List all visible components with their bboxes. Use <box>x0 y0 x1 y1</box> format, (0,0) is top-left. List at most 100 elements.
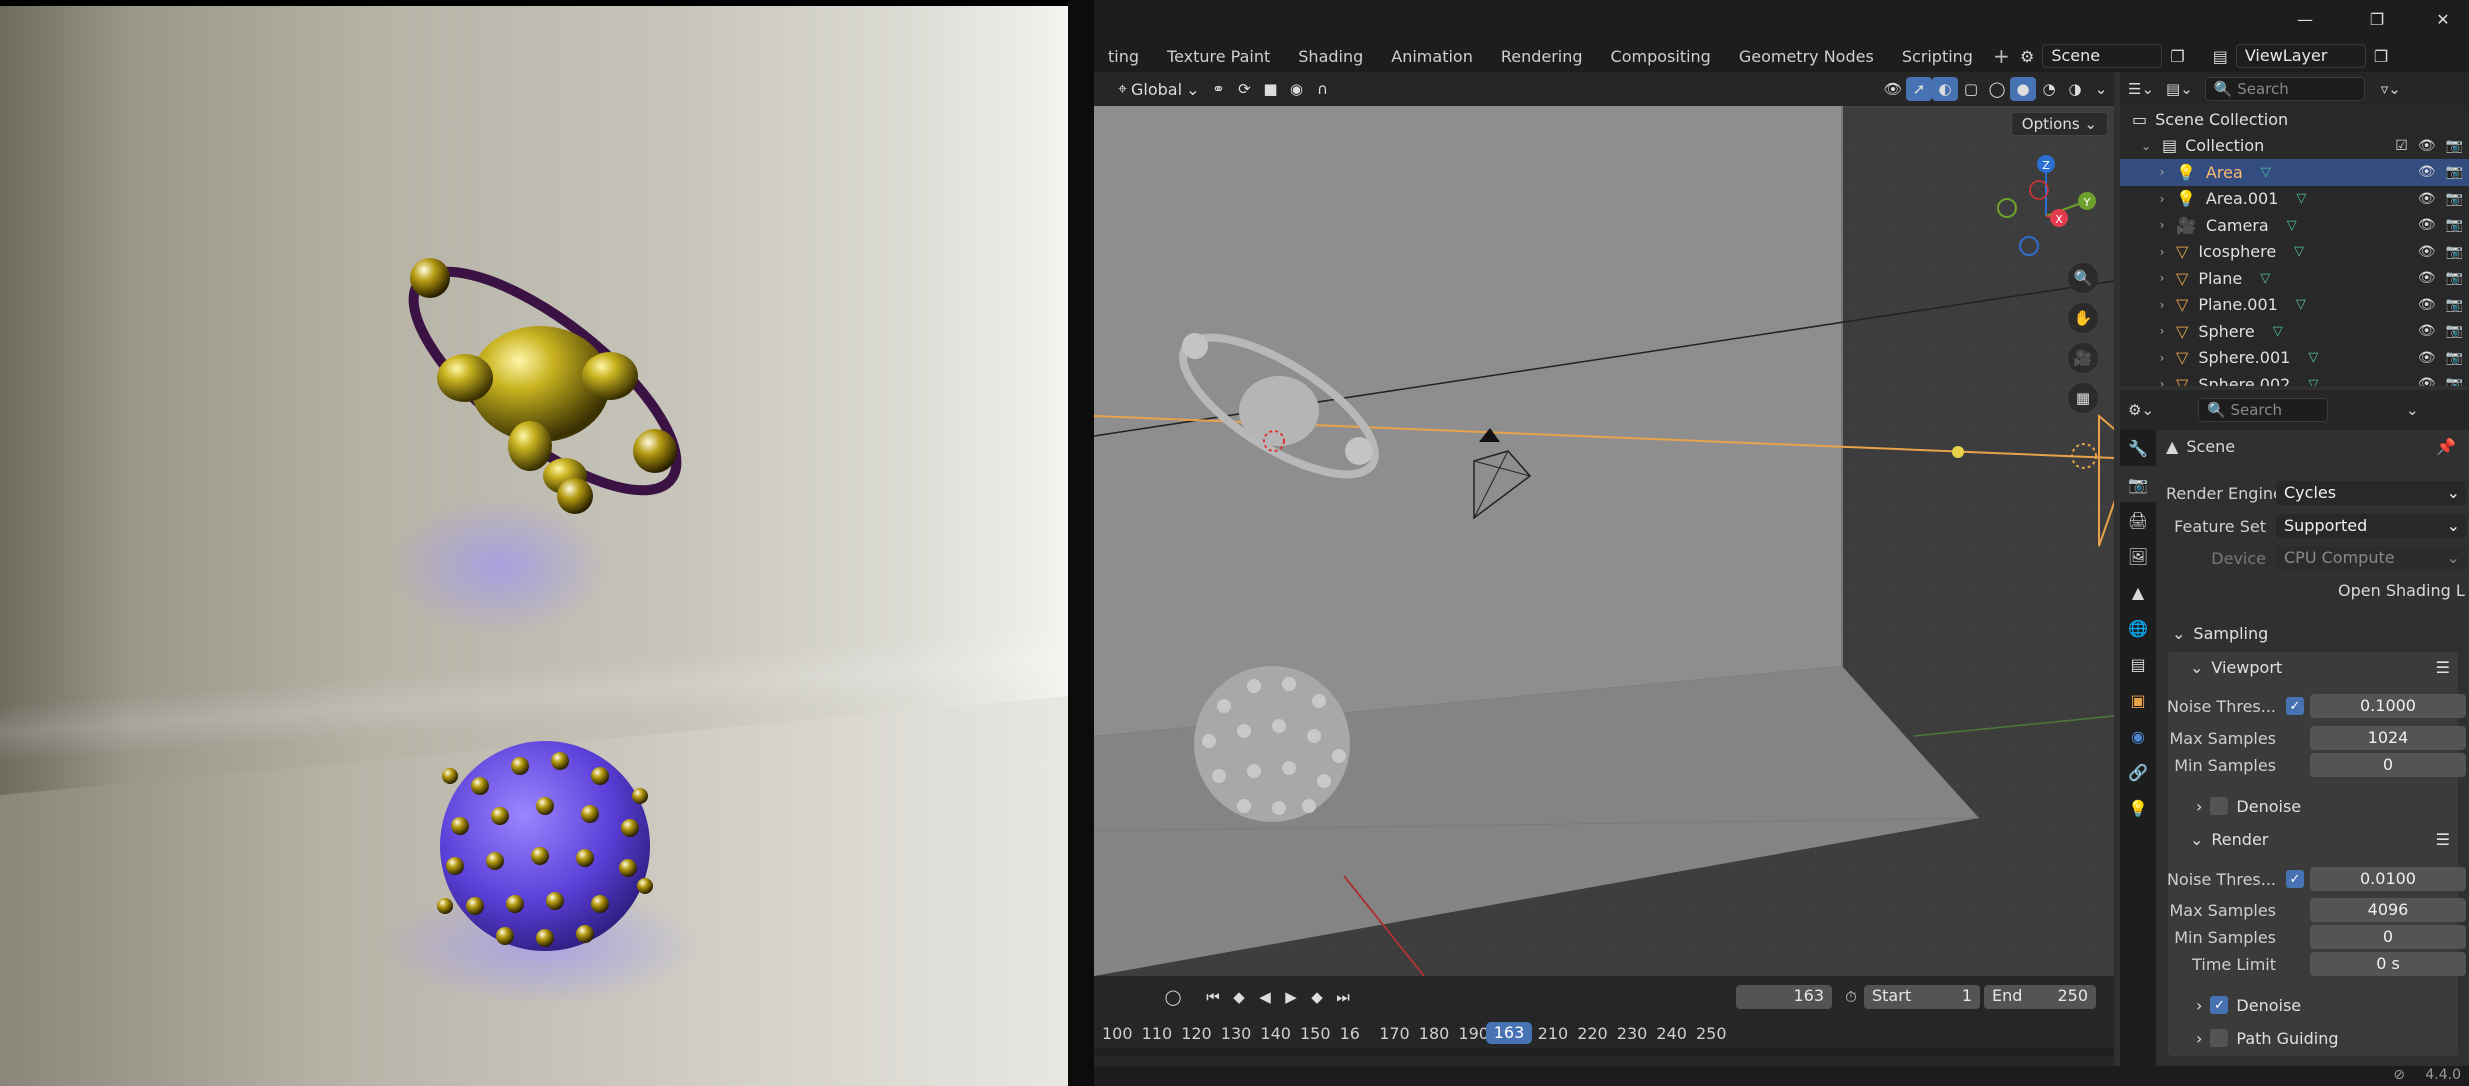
minimize-icon[interactable]: — <box>2285 6 2325 34</box>
camera-render-icon[interactable]: 📷 <box>2446 138 2463 154</box>
chevron-down-icon[interactable]: ⌄ <box>2406 401 2419 419</box>
render-noise-checkbox[interactable]: ✓ <box>2286 870 2304 888</box>
editor-type-icon[interactable]: ☰⌄ <box>2128 80 2154 98</box>
jump-end-icon[interactable]: ⏭ <box>1330 985 1356 1009</box>
render-denoise-checkbox[interactable]: ✓ <box>2210 996 2229 1014</box>
visibility-icon[interactable]: 👁 <box>1880 77 1906 101</box>
gizmo-icon[interactable]: ➚ <box>1906 77 1932 101</box>
eye-icon[interactable]: 👁 <box>2418 297 2436 313</box>
properties-editor-icon[interactable]: ⚙⌄ <box>2128 401 2154 419</box>
presets-list-icon[interactable]: ☰ <box>2436 830 2450 849</box>
scene-name-field[interactable]: Scene <box>2042 44 2163 68</box>
camera-render-icon[interactable]: 📷 <box>2446 297 2463 313</box>
camera-render-icon[interactable]: 📷 <box>2446 164 2463 180</box>
eye-icon[interactable]: 👁 <box>2418 244 2436 260</box>
object-tab-icon[interactable]: ▣ <box>2120 682 2156 718</box>
jump-start-icon[interactable]: ⏮ <box>1200 985 1226 1009</box>
prev-keyframe-icon[interactable]: ◆ <box>1226 985 1252 1009</box>
render-tab-icon[interactable]: 📷 <box>2120 466 2156 502</box>
camera-render-icon[interactable]: 📷 <box>2446 244 2463 260</box>
playhead[interactable]: 163 <box>1486 1022 1532 1044</box>
play-icon[interactable]: ▶ <box>1278 985 1304 1009</box>
viewport-subpanel-header[interactable]: ⌄ Viewport ☰ <box>2190 652 2450 682</box>
pin-icon[interactable]: 📌 <box>2436 437 2456 456</box>
outliner-item-area[interactable]: › 💡 Area ▽ 👁 📷 <box>2120 159 2469 186</box>
timeline[interactable]: 1001101201301401501617018019020021022023… <box>1094 1018 2114 1066</box>
output-tab-icon[interactable]: 🖨 <box>2120 502 2156 538</box>
proportional-edit-icon[interactable]: ◉ <box>1283 77 1309 101</box>
eye-icon[interactable]: 👁 <box>2418 270 2436 286</box>
view-layer-icon[interactable]: ▤ <box>2213 47 2228 66</box>
physics-tab-icon[interactable]: ◉ <box>2120 718 2156 754</box>
3d-viewport[interactable]: Z Y X Options ⌄ 🔍 ✋ 🎥 ▦ <box>1094 106 2114 976</box>
render-max-samples-field[interactable]: 4096 <box>2310 898 2466 922</box>
scene-tab-icon[interactable]: ▲ <box>2120 574 2156 610</box>
new-view-layer-icon[interactable]: ❐ <box>2374 47 2388 66</box>
frame-start-field[interactable]: Start 1 <box>1864 985 1980 1009</box>
collection-row[interactable]: ⌄ ▤ Collection ☑ 👁 📷 <box>2120 133 2469 160</box>
camera-render-icon[interactable]: 📷 <box>2446 376 2463 386</box>
camera-render-icon[interactable]: 📷 <box>2446 217 2463 233</box>
current-frame-field[interactable]: 163 <box>1736 985 1832 1009</box>
camera-render-icon[interactable]: 📷 <box>2446 350 2463 366</box>
checkbox-icon[interactable]: ☑ <box>2395 138 2408 154</box>
keyframe-icon[interactable]: ◯ <box>1160 985 1186 1009</box>
tab-scripting[interactable]: Scripting <box>1888 47 1987 66</box>
camera-render-icon[interactable]: 📷 <box>2446 270 2463 286</box>
zoom-icon[interactable]: 🔍 <box>2068 263 2098 293</box>
tab-geometry-nodes[interactable]: Geometry Nodes <box>1725 47 1888 66</box>
viewport-noise-checkbox[interactable]: ✓ <box>2286 697 2304 715</box>
sampling-panel-header[interactable]: ⌄ Sampling <box>2172 618 2268 648</box>
render-noise-field[interactable]: 0.0100 <box>2310 867 2466 891</box>
restore-icon[interactable]: ❐ <box>2357 6 2397 34</box>
chevron-right-icon[interactable]: › <box>2154 324 2170 338</box>
outliner-item-sphere[interactable]: › ▽ Sphere ▽ 👁 📷 <box>2120 318 2469 345</box>
path-guiding-header[interactable]: › Path Guiding <box>2196 1023 2339 1053</box>
tab-uv-editing[interactable]: ting <box>1094 47 1153 66</box>
rendered-shading-icon[interactable]: ◑ <box>2062 77 2088 101</box>
view-layer-tab-icon[interactable]: 🖼 <box>2120 538 2156 574</box>
camera-view-icon[interactable]: 🎥 <box>2068 343 2098 373</box>
eye-icon[interactable]: 👁 <box>2418 376 2436 386</box>
play-reverse-icon[interactable]: ◀ <box>1252 985 1278 1009</box>
falloff-icon[interactable]: ∩ <box>1309 77 1335 101</box>
chevron-right-icon[interactable]: › <box>2154 377 2170 386</box>
solid-shading-icon[interactable]: ● <box>2010 77 2036 101</box>
tool-tab-icon[interactable]: 🔧 <box>2120 430 2156 466</box>
outliner-item-plane[interactable]: › ▽ Plane ▽ 👁 📷 <box>2120 265 2469 292</box>
wireframe-shading-icon[interactable]: ◯ <box>1984 77 2010 101</box>
feature-set-dropdown[interactable]: Supported ⌄ <box>2276 514 2466 538</box>
chevron-right-icon[interactable]: › <box>2154 351 2170 365</box>
material-shading-icon[interactable]: ◔ <box>2036 77 2062 101</box>
render-subpanel-header[interactable]: ⌄ Render ☰ <box>2190 824 2450 854</box>
world-tab-icon[interactable]: 🌐 <box>2120 610 2156 646</box>
tab-texture-paint[interactable]: Texture Paint <box>1153 47 1284 66</box>
outliner-item-sphere-001[interactable]: › ▽ Sphere.001 ▽ 👁 📷 <box>2120 345 2469 372</box>
light-data-tab-icon[interactable]: 💡 <box>2120 790 2156 826</box>
outliner-item-area-001[interactable]: › 💡 Area.001 ▽ 👁 📷 <box>2120 186 2469 213</box>
chevron-down-icon[interactable]: ⌄ <box>2138 139 2154 153</box>
chevron-right-icon[interactable]: › <box>2154 245 2170 259</box>
snap-target-icon[interactable]: ■ <box>1257 77 1283 101</box>
path-guiding-checkbox[interactable] <box>2210 1029 2229 1047</box>
viewport-min-samples-field[interactable]: 0 <box>2310 753 2466 777</box>
viewport-denoise-header[interactable]: › Denoise <box>2196 791 2301 821</box>
chevron-right-icon[interactable]: › <box>2154 165 2170 179</box>
viewport-noise-field[interactable]: 0.1000 <box>2310 694 2466 718</box>
display-mode-icon[interactable]: ▤⌄ <box>2166 80 2193 98</box>
stopwatch-icon[interactable]: ⏱ <box>1838 985 1864 1009</box>
presets-list-icon[interactable]: ☰ <box>2436 658 2450 677</box>
pivot-icon[interactable]: ⚭ <box>1205 77 1231 101</box>
tab-rendering[interactable]: Rendering <box>1487 47 1597 66</box>
next-keyframe-icon[interactable]: ◆ <box>1304 985 1330 1009</box>
camera-render-icon[interactable]: 📷 <box>2446 323 2463 339</box>
overlays-icon[interactable]: ◐ <box>1932 77 1958 101</box>
xray-icon[interactable]: ▢ <box>1958 77 1984 101</box>
device-dropdown[interactable]: CPU Compute ⌄ <box>2276 546 2466 570</box>
tab-shading[interactable]: Shading <box>1284 47 1377 66</box>
outliner-item-icosphere[interactable]: › ▽ Icosphere ▽ 👁 📷 <box>2120 239 2469 266</box>
timeline-scrollbar[interactable] <box>1094 1048 2114 1056</box>
frame-end-field[interactable]: End 250 <box>1984 985 2096 1009</box>
pin-icon[interactable]: ❐ <box>2170 47 2184 66</box>
properties-search-input[interactable]: 🔍 Search <box>2198 398 2329 422</box>
